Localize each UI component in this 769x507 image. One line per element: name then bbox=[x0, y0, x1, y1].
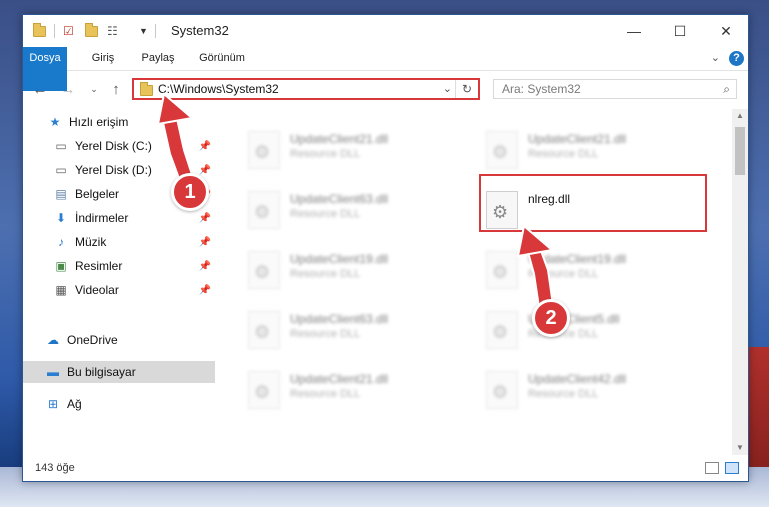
step-marker-1: 1 bbox=[171, 173, 209, 211]
step-marker-2: 2 bbox=[532, 299, 570, 337]
arrow-1-head bbox=[156, 92, 195, 126]
arrow-2-head bbox=[516, 224, 555, 258]
annotation-arrows bbox=[156, 92, 556, 316]
